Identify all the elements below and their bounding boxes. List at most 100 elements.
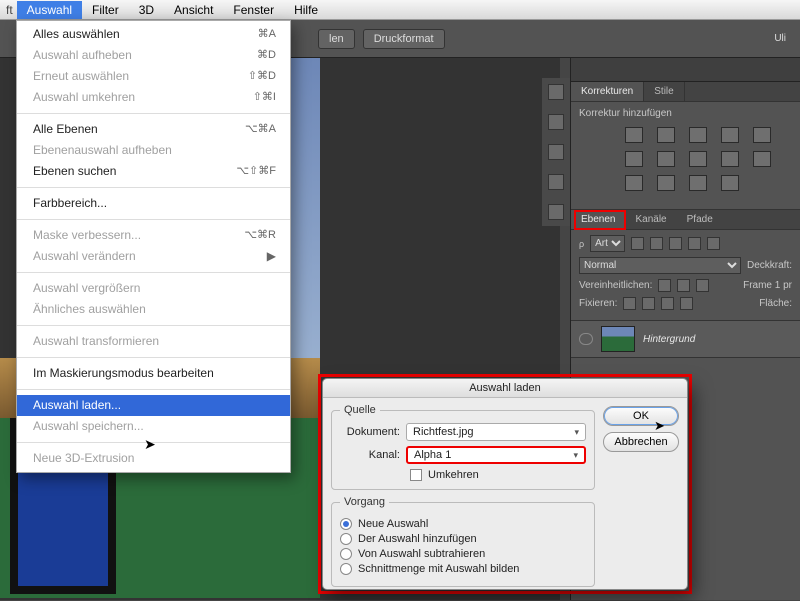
visibility-eye-icon[interactable] <box>579 333 593 345</box>
menubar: ft Auswahl Filter 3D Ansicht Fenster Hil… <box>0 0 800 20</box>
adjust-icon[interactable] <box>721 175 739 191</box>
layer-row-background[interactable]: Hintergrund <box>571 321 800 358</box>
radio-off-icon <box>340 548 352 560</box>
mi-ebenen-suchen[interactable]: Ebenen suchen⌥⇧⌘F <box>17 161 290 182</box>
mi-neue-3d-extrusion[interactable]: Neue 3D-Extrusion <box>17 448 290 469</box>
mi-auswahl-umkehren[interactable]: Auswahl umkehren⇧⌘I <box>17 87 290 108</box>
panel-icon[interactable] <box>548 114 564 130</box>
radio-on-icon <box>340 518 352 530</box>
legend-vorgang: Vorgang <box>340 496 389 508</box>
lock-icon[interactable] <box>680 297 693 310</box>
adjust-icon[interactable] <box>625 151 643 167</box>
mi-maske-verbessern[interactable]: Maske verbessern...⌥⌘R <box>17 225 290 246</box>
menu-auswahl[interactable]: Auswahl <box>17 1 82 19</box>
adjust-icon[interactable] <box>689 175 707 191</box>
lock-icon[interactable] <box>661 297 674 310</box>
ok-button[interactable]: OK <box>603 406 679 426</box>
mi-auswahl-vergroessern[interactable]: Auswahl vergrößern <box>17 278 290 299</box>
menu-fenster[interactable]: Fenster <box>223 1 284 19</box>
adjust-icon[interactable] <box>657 175 675 191</box>
checkbox-box-icon <box>410 469 422 481</box>
adjust-icon[interactable] <box>657 127 675 143</box>
radio-schnittmenge[interactable]: Schnittmenge mit Auswahl bilden <box>340 563 586 575</box>
toolbar-btn-druckformat[interactable]: Druckformat <box>363 29 445 49</box>
adjust-icon[interactable] <box>657 151 675 167</box>
unify-icon[interactable] <box>677 279 690 292</box>
tab-ebenen[interactable]: Ebenen <box>571 210 625 229</box>
workspace-label[interactable]: Uli <box>774 33 786 44</box>
filter-icon[interactable] <box>631 237 644 250</box>
dropdown-auswahl: Alles auswählen⌘A Auswahl aufheben⌘D Ern… <box>16 20 291 473</box>
unify-icon[interactable] <box>696 279 709 292</box>
adjust-icon[interactable] <box>753 151 771 167</box>
menu-3d[interactable]: 3D <box>129 1 164 19</box>
tab-korrekturen[interactable]: Korrekturen <box>571 82 644 101</box>
filter-icon[interactable] <box>650 237 663 250</box>
menu-filter[interactable]: Filter <box>82 1 129 19</box>
adjust-icon[interactable] <box>689 151 707 167</box>
fill-label: Fläche: <box>759 298 792 309</box>
adjustments-heading: Korrektur hinzufügen <box>579 108 792 119</box>
adjust-icon[interactable] <box>625 175 643 191</box>
mi-alle-ebenen[interactable]: Alle Ebenen⌥⌘A <box>17 119 290 140</box>
mi-auswahl-veraendern[interactable]: Auswahl verändern▶ <box>17 246 290 267</box>
layer-filter-kind[interactable]: Art <box>590 235 625 252</box>
cancel-button[interactable]: Abbrechen <box>603 432 679 452</box>
tab-pfade[interactable]: Pfade <box>677 210 723 229</box>
tab-kanaele[interactable]: Kanäle <box>625 210 676 229</box>
adjustments-body: Korrektur hinzufügen <box>571 102 800 210</box>
dialog-auswahl-laden: Auswahl laden Quelle Dokument: Richtfest… <box>322 378 688 590</box>
panel-icon[interactable] <box>548 174 564 190</box>
mi-auswahl-transformieren[interactable]: Auswahl transformieren <box>17 331 290 352</box>
layers-tabs: Ebenen Kanäle Pfade <box>571 210 800 230</box>
select-dokument[interactable]: Richtfest.jpg▾ <box>406 423 586 441</box>
radio-hinzufuegen[interactable]: Der Auswahl hinzufügen <box>340 533 586 545</box>
adjust-icon[interactable] <box>625 127 643 143</box>
layer-thumbnail <box>601 326 635 352</box>
filter-icon[interactable] <box>707 237 720 250</box>
menu-hilfe[interactable]: Hilfe <box>284 1 328 19</box>
mi-aehnliches-auswaehlen[interactable]: Ähnliches auswählen <box>17 299 290 320</box>
opacity-label: Deckkraft: <box>747 260 792 271</box>
menu-ansicht[interactable]: Ansicht <box>164 1 223 19</box>
adjust-icon[interactable] <box>689 127 707 143</box>
mi-auswahl-speichern[interactable]: Auswahl speichern... <box>17 416 290 437</box>
select-kanal[interactable]: Alpha 1▾ <box>406 446 586 464</box>
panel-icon[interactable] <box>548 84 564 100</box>
mi-alles-auswaehlen[interactable]: Alles auswählen⌘A <box>17 24 290 45</box>
layer-name: Hintergrund <box>643 334 695 345</box>
legend-quelle: Quelle <box>340 404 380 416</box>
radio-off-icon <box>340 533 352 545</box>
adjust-icon[interactable] <box>753 127 771 143</box>
unify-icon[interactable] <box>658 279 671 292</box>
panel-icon[interactable] <box>548 204 564 220</box>
radio-subtrahieren[interactable]: Von Auswahl subtrahieren <box>340 548 586 560</box>
checkbox-umkehren[interactable]: Umkehren <box>410 469 586 481</box>
radio-neue-auswahl[interactable]: Neue Auswahl <box>340 518 586 530</box>
toolbar-btn-unknown[interactable]: len <box>318 29 355 49</box>
unify-label: Vereinheitlichen: <box>579 280 652 291</box>
lock-icon[interactable] <box>642 297 655 310</box>
app-prefix: ft <box>0 1 17 19</box>
collapsed-panel-dock <box>542 78 570 226</box>
filter-icon[interactable] <box>669 237 682 250</box>
adjustments-tabs: Korrekturen Stile <box>571 82 800 102</box>
mi-auswahl-laden[interactable]: Auswahl laden... <box>17 395 290 416</box>
layers-options: ρ Art Normal Deckkraft: Vereinheitlichen… <box>571 230 800 321</box>
panel-icon[interactable] <box>548 144 564 160</box>
adjust-icon[interactable] <box>721 151 739 167</box>
dialog-title: Auswahl laden <box>323 379 687 398</box>
lock-icon[interactable] <box>623 297 636 310</box>
adjust-icon[interactable] <box>721 127 739 143</box>
mi-auswahl-aufheben[interactable]: Auswahl aufheben⌘D <box>17 45 290 66</box>
label-kanal: Kanal: <box>340 449 400 461</box>
filter-icon[interactable] <box>688 237 701 250</box>
mi-erneut-auswaehlen[interactable]: Erneut auswählen⇧⌘D <box>17 66 290 87</box>
blend-mode-select[interactable]: Normal <box>579 257 741 274</box>
radio-off-icon <box>340 563 352 575</box>
tab-stile[interactable]: Stile <box>644 82 684 101</box>
mi-ebenenauswahl-aufheben[interactable]: Ebenenauswahl aufheben <box>17 140 290 161</box>
fieldset-vorgang: Vorgang Neue Auswahl Der Auswahl hinzufü… <box>331 496 595 587</box>
mi-maskierungsmodus[interactable]: Im Maskierungsmodus bearbeiten <box>17 363 290 384</box>
mi-farbbereich[interactable]: Farbbereich... <box>17 193 290 214</box>
